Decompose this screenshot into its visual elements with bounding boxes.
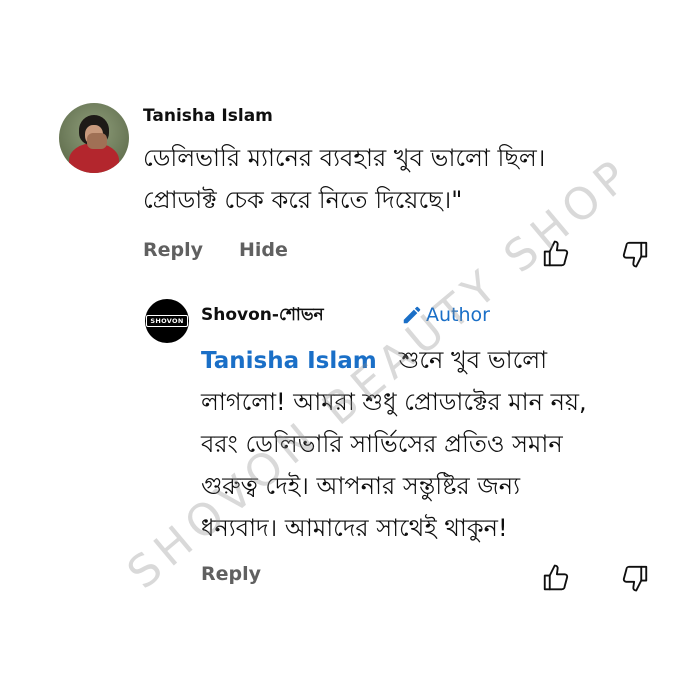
comment-hide-button[interactable]: Hide (239, 239, 288, 261)
thumbs-up-icon[interactable] (541, 239, 571, 269)
reply-reply-button[interactable]: Reply (201, 563, 261, 585)
thumbs-down-icon[interactable] (620, 239, 650, 269)
reply-text-line-4: গুরুত্ব দেই। আপনার সন্তুষ্টির জন্য (201, 472, 521, 500)
reply-thumbs-up-icon[interactable] (541, 563, 571, 593)
author-avatar[interactable]: SHOVON (145, 299, 189, 343)
comment-text-line-1: ডেলিভারি ম্যানের ব্যবহার খুব ভালো ছিল। (143, 144, 546, 172)
author-avatar-logo: SHOVON (146, 315, 188, 327)
reply-author-name[interactable]: Shovon-শোভন (201, 302, 324, 330)
user-avatar[interactable] (59, 103, 129, 173)
reply-text-line-5: ধন্যবাদ। আমাদের সাথেই থাকুন! (201, 514, 508, 542)
reply-first-line-text: শুনে খুব ভালো (398, 346, 548, 374)
reply-thumbs-down-icon[interactable] (620, 563, 650, 593)
author-badge-label: Author (426, 304, 490, 326)
pencil-icon (401, 304, 423, 326)
comment-text-line-2: প্রোডাক্ট চেক করে নিতে দিয়েছে।" (143, 186, 463, 214)
comment-reply-button[interactable]: Reply (143, 239, 203, 261)
reply-text-line-3: বরং ডেলিভারি সার্ভিসের প্রতিও সমান (201, 430, 563, 458)
mention-link[interactable]: Tanisha Islam (201, 348, 377, 374)
author-badge: Author (401, 304, 490, 326)
reply-text-line-2: লাগলো! আমরা শুধু প্রোডাক্টের মান নয়, (201, 388, 587, 416)
comment-author-name[interactable]: Tanisha Islam (143, 106, 273, 126)
reply-text-line-1: Tanisha Islam শুনে খুব ভালো (201, 340, 547, 381)
